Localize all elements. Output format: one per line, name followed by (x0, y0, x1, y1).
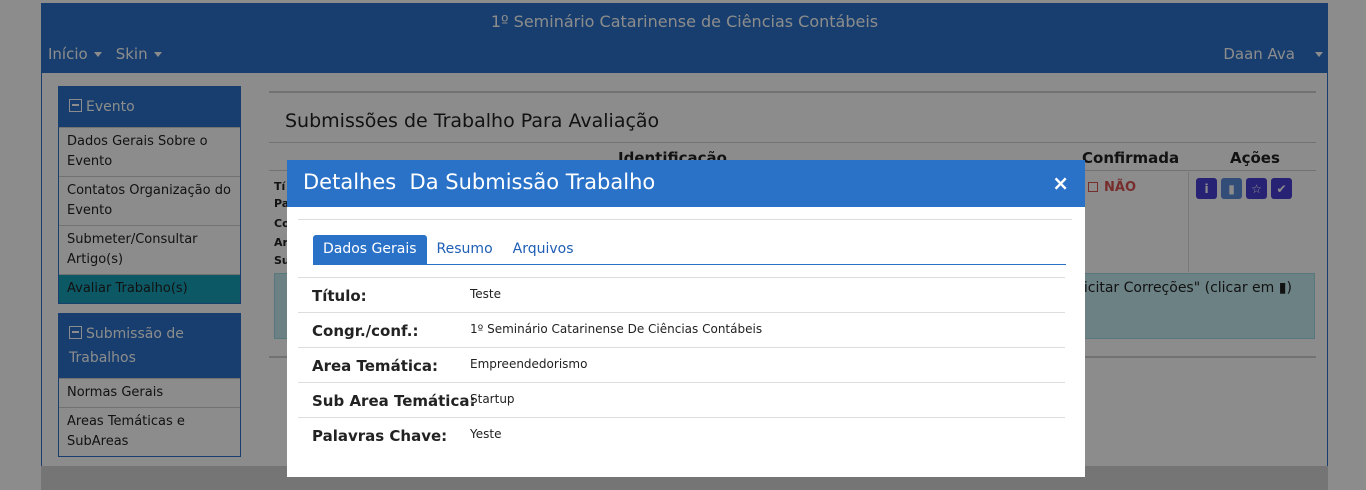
modal-header: Detalhes Da Submissão Trabalho × (287, 160, 1085, 207)
detail-value: Teste (470, 287, 502, 301)
detail-row-palavras: Palavras Chave: Yeste (298, 417, 1065, 452)
detail-value: 1º Seminário Catarinense De Ciências Con… (470, 322, 763, 336)
tab-dados-gerais[interactable]: Dados Gerais (313, 235, 427, 264)
divider (298, 219, 1072, 220)
detail-value: Empreendedorismo (470, 357, 588, 371)
modal-tabs: Dados Gerais Resumo Arquivos (313, 235, 584, 264)
details-table: Título: Teste Congr./conf.: 1º Seminário… (298, 277, 1065, 452)
detail-label: Area Temática: (312, 357, 439, 375)
detail-row-congresso: Congr./conf.: 1º Seminário Catarinense D… (298, 312, 1065, 347)
close-icon[interactable]: × (1052, 171, 1069, 195)
tab-underline (313, 264, 1066, 265)
detail-label: Sub Area Temática: (312, 392, 476, 410)
detail-row-area: Area Temática: Empreendedorismo (298, 347, 1065, 382)
detail-label: Palavras Chave: (312, 427, 448, 445)
detail-row-titulo: Título: Teste (298, 277, 1065, 312)
submission-details-modal: Detalhes Da Submissão Trabalho × Dados G… (287, 160, 1085, 477)
detail-label: Congr./conf.: (312, 322, 419, 340)
modal-title: Detalhes Da Submissão Trabalho (303, 170, 656, 194)
tab-resumo[interactable]: Resumo (427, 235, 503, 264)
detail-value: Startup (470, 392, 515, 406)
detail-value: Yeste (470, 427, 502, 441)
detail-label: Título: (312, 287, 367, 305)
detail-row-subarea: Sub Area Temática: Startup (298, 382, 1065, 417)
tab-arquivos[interactable]: Arquivos (503, 235, 584, 264)
